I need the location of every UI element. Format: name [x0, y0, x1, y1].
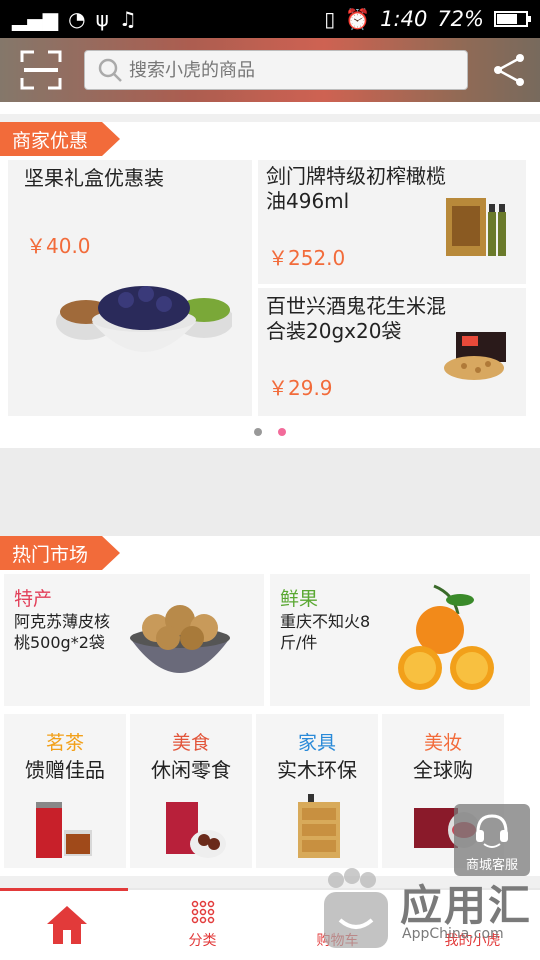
- scan-icon[interactable]: [20, 50, 62, 90]
- market-card-furniture[interactable]: 家具 实木环保: [256, 714, 378, 868]
- product-price: ￥29.9: [268, 376, 333, 400]
- usb-icon: ψ: [95, 7, 109, 31]
- nav-category[interactable]: 分类: [135, 890, 270, 960]
- category-title: 家具: [297, 732, 336, 754]
- promo-section-title: 商家优惠: [0, 122, 121, 156]
- market-card-tea[interactable]: 茗茶 馈赠佳品: [4, 714, 126, 868]
- promo-card-peanuts[interactable]: 百世兴酒鬼花生米混合装20gx20袋 ￥29.9: [258, 288, 526, 416]
- music-icon: ♫: [118, 7, 137, 31]
- nuts-image: [56, 286, 232, 352]
- carousel-indicator: [254, 428, 286, 436]
- clock: 1:40: [380, 7, 428, 31]
- home-icon: [47, 906, 87, 944]
- olive-oil-image: [446, 198, 506, 256]
- category-desc: 阿克苏薄皮核桃500g*2袋: [14, 612, 111, 652]
- walnut-image: [130, 605, 230, 673]
- category-desc: 馈赠佳品: [25, 758, 105, 782]
- search-icon: [98, 58, 122, 82]
- product-title: 坚果礼盒优惠装: [24, 166, 164, 190]
- search-input[interactable]: [129, 59, 429, 81]
- carousel-dot-active[interactable]: [278, 428, 286, 436]
- category-title: 鲜果: [280, 588, 319, 610]
- section-gap: [0, 448, 540, 536]
- signal-icon: ▂▄▆: [12, 7, 59, 31]
- category-desc: 重庆不知火8斤/件: [280, 612, 371, 652]
- market-section-title: 热门市场: [0, 536, 121, 570]
- market-card-food[interactable]: 美食 休闲零食: [130, 714, 252, 868]
- category-title: 特产: [14, 588, 53, 610]
- category-title: 美妆: [423, 732, 462, 754]
- promo-card-olive-oil[interactable]: 剑门牌特级初榨橄榄油496ml ￥252.0: [258, 160, 526, 284]
- vibrate-icon: ▯: [324, 7, 336, 31]
- product-price: ￥40.0: [26, 234, 91, 258]
- battery-percent: 72%: [437, 7, 484, 31]
- product-price: ￥252.0: [268, 246, 346, 270]
- nav-home[interactable]: [0, 890, 135, 960]
- orange-image: [398, 584, 494, 690]
- furniture-image: [298, 794, 340, 858]
- header: [0, 38, 540, 102]
- category-title: 美食: [171, 732, 210, 754]
- product-title: 百世兴酒鬼花生米混合装20gx20袋: [266, 294, 446, 343]
- watermark-logo: [324, 868, 388, 948]
- grid-icon: [191, 900, 215, 924]
- battery-icon: [494, 11, 531, 27]
- category-title: 茗茶: [45, 732, 84, 754]
- category-desc: 实木环保: [277, 758, 357, 782]
- category-desc: 休闲零食: [151, 758, 231, 782]
- spacer: [0, 102, 540, 114]
- carousel-dot[interactable]: [254, 428, 262, 436]
- market-card-specialty[interactable]: 特产 阿克苏薄皮核桃500g*2袋: [4, 574, 264, 706]
- promo-card-nuts[interactable]: 坚果礼盒优惠装 ￥40.0: [8, 160, 252, 416]
- market-card-fruit[interactable]: 鲜果 重庆不知火8斤/件: [270, 574, 530, 706]
- wifi-icon: ◔: [68, 7, 86, 31]
- watermark-title: 应用汇: [400, 881, 533, 930]
- snack-image: [166, 802, 226, 858]
- nav-label: 分类: [188, 933, 217, 949]
- share-icon[interactable]: [492, 52, 528, 88]
- status-bar: ▂▄▆ ◔ ψ ♫ ▯ ⏰ 1:40 72%: [0, 0, 540, 38]
- promo-section: 商家优惠 坚果礼盒优惠装 ￥40.0 剑门牌特级初榨橄榄油496ml ￥252.…: [0, 122, 540, 448]
- watermark-url: AppChina.com: [402, 926, 504, 942]
- peanuts-image: [444, 332, 506, 380]
- category-desc: 全球购: [413, 758, 473, 782]
- product-title: 剑门牌特级初榨橄榄油496ml: [266, 164, 446, 213]
- tea-image: [36, 802, 92, 858]
- search-bar[interactable]: [84, 50, 468, 90]
- headset-icon: [476, 814, 508, 848]
- appchina-watermark: 应用汇 AppChina.com: [318, 866, 540, 960]
- alarm-icon: ⏰: [345, 7, 371, 31]
